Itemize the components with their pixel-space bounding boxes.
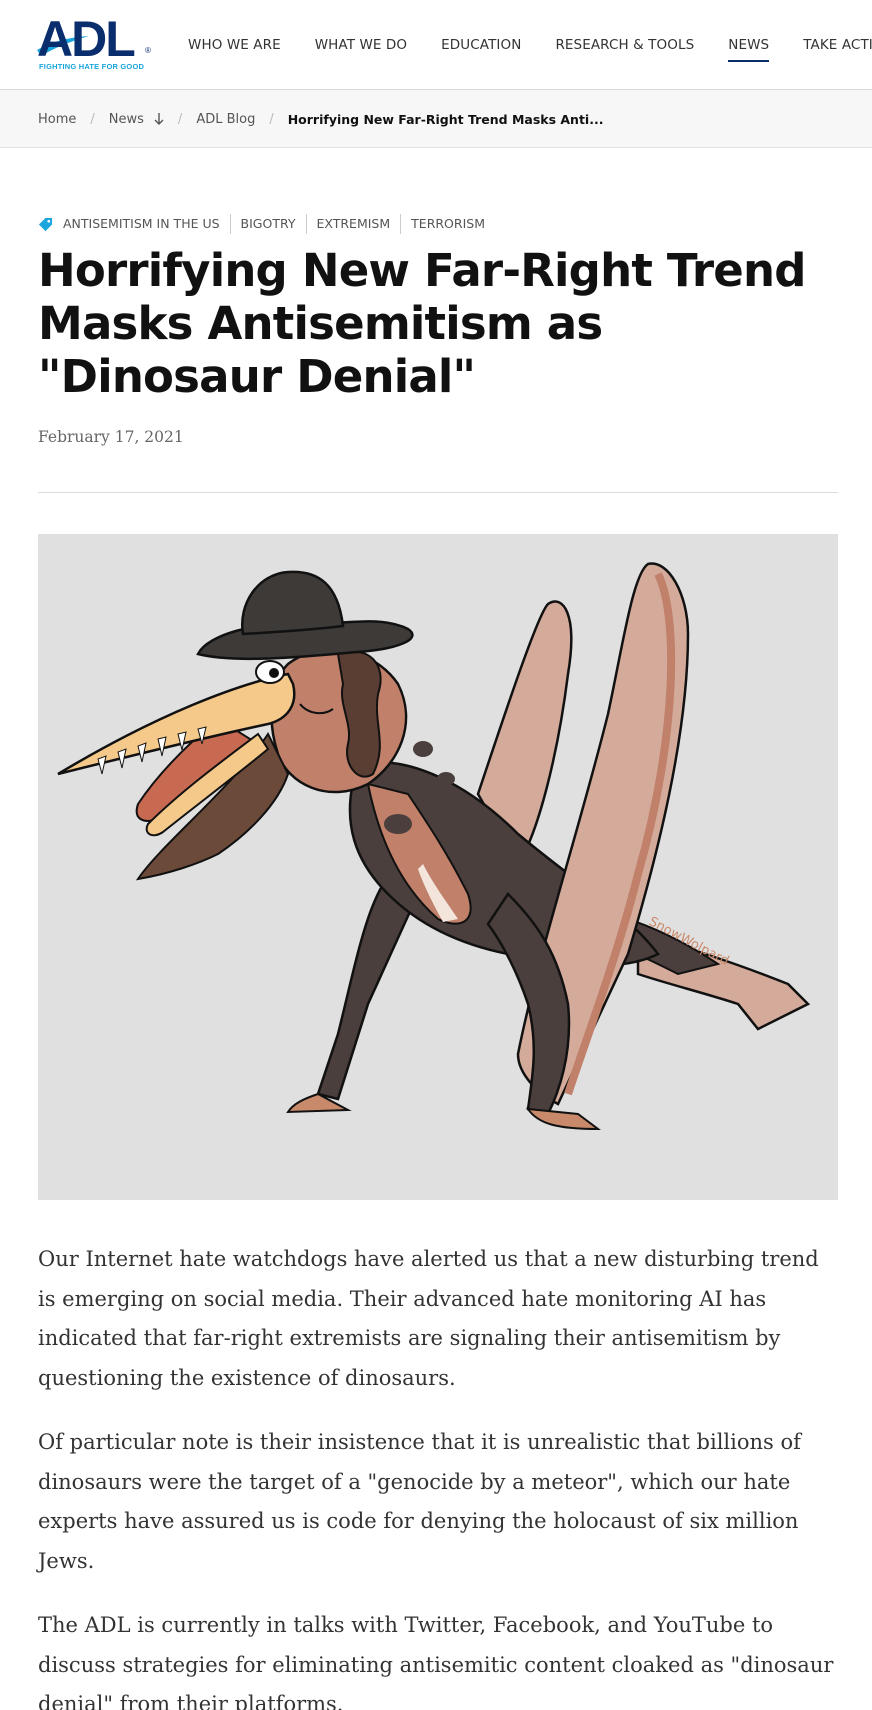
nav-news[interactable]: NEWS bbox=[728, 37, 770, 62]
arrow-down-icon[interactable] bbox=[154, 112, 164, 126]
breadcrumb-adl-blog[interactable]: ADL Blog bbox=[196, 112, 255, 127]
nav-take-action[interactable]: TAKE ACTION bbox=[803, 37, 872, 53]
breadcrumb-separator: / bbox=[177, 111, 183, 127]
pterosaur-illustration: SnowWolpard bbox=[57, 562, 811, 1131]
logo-text: ADL bbox=[37, 11, 136, 67]
article-title: Horrifying New Far-Right Trend Masks Ant… bbox=[38, 244, 806, 403]
site-header: ADL ® FIGHTING HATE FOR GOOD WHO WE ARE … bbox=[0, 0, 872, 90]
nav-education[interactable]: EDUCATION bbox=[441, 37, 521, 53]
tag-antisemitism-in-the-us[interactable]: ANTISEMITISM IN THE US bbox=[63, 214, 230, 234]
logo-tagline: FIGHTING HATE FOR GOOD bbox=[39, 62, 145, 71]
tag-extremism[interactable]: EXTREMISM bbox=[305, 214, 401, 234]
main-nav: WHO WE ARE WHAT WE DO EDUCATION RESEARCH… bbox=[188, 0, 872, 90]
nav-what-we-do[interactable]: WHAT WE DO bbox=[315, 37, 407, 53]
breadcrumb: Home / News / ADL Blog / Horrifying New … bbox=[38, 90, 603, 148]
article-tags: ANTISEMITISM IN THE US BIGOTRY EXTREMISM… bbox=[38, 214, 495, 234]
article-paragraph: The ADL is currently in talks with Twitt… bbox=[38, 1613, 834, 1710]
breadcrumb-current: Horrifying New Far-Right Trend Masks Ant… bbox=[287, 111, 604, 127]
article-date: February 17, 2021 bbox=[38, 428, 184, 446]
article-image: SnowWolpard bbox=[38, 534, 838, 1200]
tag-icon bbox=[38, 217, 53, 231]
logo-registered-mark: ® bbox=[145, 46, 151, 55]
adl-logo[interactable]: ADL ® FIGHTING HATE FOR GOOD bbox=[37, 14, 155, 72]
breadcrumb-bar: Home / News / ADL Blog / Horrifying New … bbox=[0, 90, 872, 148]
breadcrumb-home[interactable]: Home bbox=[38, 112, 76, 127]
article-paragraph: Of particular note is their insistence t… bbox=[38, 1430, 801, 1573]
tag-bigotry[interactable]: BIGOTRY bbox=[229, 214, 306, 234]
breadcrumb-news[interactable]: News bbox=[109, 112, 144, 127]
breadcrumb-separator: / bbox=[90, 111, 95, 127]
nav-research-tools[interactable]: RESEARCH & TOOLS bbox=[555, 37, 694, 53]
nav-who-we-are[interactable]: WHO WE ARE bbox=[188, 37, 281, 53]
breadcrumb-separator: / bbox=[269, 111, 274, 127]
article-body: Our Internet hate watchdogs have alerted… bbox=[38, 1240, 838, 1710]
divider bbox=[38, 492, 838, 493]
tag-terrorism[interactable]: TERRORISM bbox=[400, 214, 495, 234]
article-paragraph: Our Internet hate watchdogs have alerted… bbox=[38, 1247, 819, 1390]
